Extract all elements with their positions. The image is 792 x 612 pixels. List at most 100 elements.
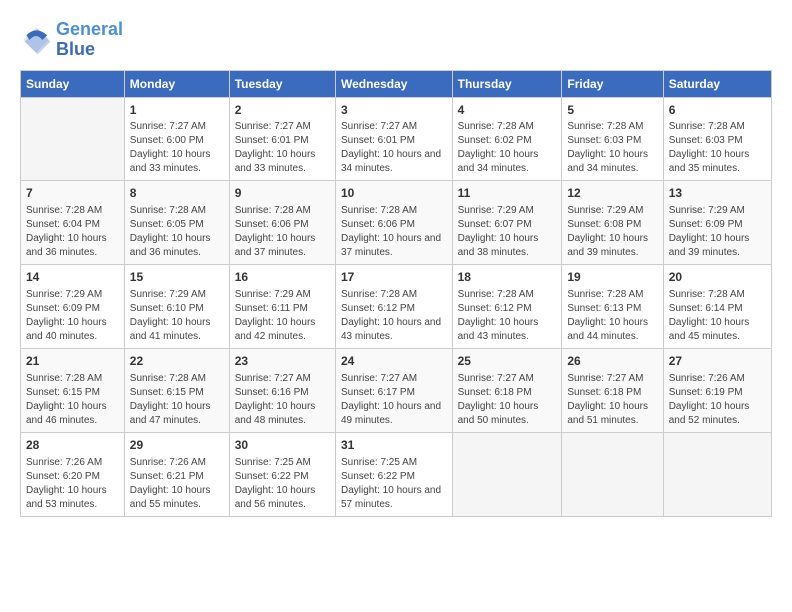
calendar-cell: 4Sunrise: 7:28 AM Sunset: 6:02 PM Daylig… <box>452 97 562 181</box>
day-number: 4 <box>458 102 557 119</box>
day-info: Sunrise: 7:27 AM Sunset: 6:16 PM Dayligh… <box>235 372 330 428</box>
logo: General Blue <box>20 20 123 60</box>
calendar-cell: 10 Sunrise: 7:28 AM Sunset: 6:06 PM Dayli… <box>335 181 452 265</box>
day-info: Sunrise: 7:28 AM Sunset: 6:15 PM Dayligh… <box>130 372 224 428</box>
day-info: Sunrise: 7:29 AM Sunset: 6:09 PM Dayligh… <box>26 288 119 344</box>
calendar-cell: 23Sunrise: 7:27 AM Sunset: 6:16 PM Dayli… <box>229 348 335 432</box>
calendar-cell: 22 Sunrise: 7:28 AM Sunset: 6:15 PM Dayli… <box>124 348 229 432</box>
calendar-cell: 2Sunrise: 7:27 AM Sunset: 6:01 PM Daylig… <box>229 97 335 181</box>
calendar-cell: 15 Sunrise: 7:29 AM Sunset: 6:10 PM Dayli… <box>124 265 229 349</box>
day-info: Sunrise: 7:29 AM Sunset: 6:07 PM Dayligh… <box>458 204 557 260</box>
day-number: 18 <box>458 269 557 286</box>
calendar-cell: 18 Sunrise: 7:28 AM Sunset: 6:12 PM Dayli… <box>452 265 562 349</box>
weekday-header-sunday: Sunday <box>21 70 125 97</box>
calendar-cell: 8 Sunrise: 7:28 AM Sunset: 6:05 PM Daylig… <box>124 181 229 265</box>
day-info: Sunrise: 7:28 AM Sunset: 6:03 PM Dayligh… <box>567 120 657 176</box>
day-number: 20 <box>669 269 766 286</box>
calendar-cell <box>21 97 125 181</box>
calendar-cell: 19Sunrise: 7:28 AM Sunset: 6:13 PM Dayli… <box>562 265 663 349</box>
day-number: 24 <box>341 353 447 370</box>
day-number: 10 <box>341 185 447 202</box>
day-info: Sunrise: 7:28 AM Sunset: 6:06 PM Dayligh… <box>341 204 447 260</box>
day-info: Sunrise: 7:25 AM Sunset: 6:22 PM Dayligh… <box>341 456 447 512</box>
day-info: Sunrise: 7:29 AM Sunset: 6:10 PM Dayligh… <box>130 288 224 344</box>
calendar-cell: 28 Sunrise: 7:26 AM Sunset: 6:20 PM Dayli… <box>21 432 125 516</box>
weekday-header-friday: Friday <box>562 70 663 97</box>
day-info: Sunrise: 7:28 AM Sunset: 6:12 PM Dayligh… <box>458 288 557 344</box>
day-info: Sunrise: 7:26 AM Sunset: 6:21 PM Dayligh… <box>130 456 224 512</box>
day-number: 27 <box>669 353 766 370</box>
week-row-1: 1Sunrise: 7:27 AM Sunset: 6:00 PM Daylig… <box>21 97 772 181</box>
day-number: 8 <box>130 185 224 202</box>
calendar-cell: 27Sunrise: 7:26 AM Sunset: 6:19 PM Dayli… <box>663 348 771 432</box>
day-info: Sunrise: 7:29 AM Sunset: 6:11 PM Dayligh… <box>235 288 330 344</box>
day-number: 21 <box>26 353 119 370</box>
weekday-header-thursday: Thursday <box>452 70 562 97</box>
day-number: 5 <box>567 102 657 119</box>
week-row-4: 21 Sunrise: 7:28 AM Sunset: 6:15 PM Dayli… <box>21 348 772 432</box>
calendar-cell: 11 Sunrise: 7:29 AM Sunset: 6:07 PM Dayli… <box>452 181 562 265</box>
calendar-cell <box>452 432 562 516</box>
day-info: Sunrise: 7:28 AM Sunset: 6:03 PM Dayligh… <box>669 120 766 176</box>
calendar-cell: 12 Sunrise: 7:29 AM Sunset: 6:08 PM Dayli… <box>562 181 663 265</box>
day-number: 30 <box>235 437 330 454</box>
calendar-cell <box>663 432 771 516</box>
day-number: 11 <box>458 185 557 202</box>
day-number: 31 <box>341 437 447 454</box>
day-info: Sunrise: 7:28 AM Sunset: 6:05 PM Dayligh… <box>130 204 224 260</box>
week-row-2: 7 Sunrise: 7:28 AM Sunset: 6:04 PM Daylig… <box>21 181 772 265</box>
day-number: 2 <box>235 102 330 119</box>
day-number: 17 <box>341 269 447 286</box>
day-info: Sunrise: 7:29 AM Sunset: 6:08 PM Dayligh… <box>567 204 657 260</box>
calendar-cell: 1Sunrise: 7:27 AM Sunset: 6:00 PM Daylig… <box>124 97 229 181</box>
day-info: Sunrise: 7:26 AM Sunset: 6:20 PM Dayligh… <box>26 456 119 512</box>
day-number: 9 <box>235 185 330 202</box>
day-number: 12 <box>567 185 657 202</box>
calendar-cell: 30 Sunrise: 7:25 AM Sunset: 6:22 PM Dayli… <box>229 432 335 516</box>
day-number: 1 <box>130 102 224 119</box>
day-info: Sunrise: 7:27 AM Sunset: 6:17 PM Dayligh… <box>341 372 447 428</box>
day-number: 29 <box>130 437 224 454</box>
day-info: Sunrise: 7:28 AM Sunset: 6:02 PM Dayligh… <box>458 120 557 176</box>
calendar-cell: 16Sunrise: 7:29 AM Sunset: 6:11 PM Dayli… <box>229 265 335 349</box>
day-number: 13 <box>669 185 766 202</box>
calendar-cell: 9Sunrise: 7:28 AM Sunset: 6:06 PM Daylig… <box>229 181 335 265</box>
calendar-cell: 14 Sunrise: 7:29 AM Sunset: 6:09 PM Dayli… <box>21 265 125 349</box>
day-info: Sunrise: 7:27 AM Sunset: 6:18 PM Dayligh… <box>458 372 557 428</box>
day-number: 28 <box>26 437 119 454</box>
day-number: 15 <box>130 269 224 286</box>
day-number: 22 <box>130 353 224 370</box>
calendar-cell: 5Sunrise: 7:28 AM Sunset: 6:03 PM Daylig… <box>562 97 663 181</box>
day-info: Sunrise: 7:25 AM Sunset: 6:22 PM Dayligh… <box>235 456 330 512</box>
week-row-3: 14 Sunrise: 7:29 AM Sunset: 6:09 PM Dayli… <box>21 265 772 349</box>
calendar-cell: 6Sunrise: 7:28 AM Sunset: 6:03 PM Daylig… <box>663 97 771 181</box>
day-info: Sunrise: 7:28 AM Sunset: 6:04 PM Dayligh… <box>26 204 119 260</box>
day-number: 25 <box>458 353 557 370</box>
day-info: Sunrise: 7:27 AM Sunset: 6:01 PM Dayligh… <box>235 120 330 176</box>
weekday-header-tuesday: Tuesday <box>229 70 335 97</box>
weekday-header-monday: Monday <box>124 70 229 97</box>
weekday-header-saturday: Saturday <box>663 70 771 97</box>
weekday-header-row: SundayMondayTuesdayWednesdayThursdayFrid… <box>21 70 772 97</box>
day-number: 14 <box>26 269 119 286</box>
calendar-cell: 20Sunrise: 7:28 AM Sunset: 6:14 PM Dayli… <box>663 265 771 349</box>
day-info: Sunrise: 7:27 AM Sunset: 6:18 PM Dayligh… <box>567 372 657 428</box>
calendar-cell: 26Sunrise: 7:27 AM Sunset: 6:18 PM Dayli… <box>562 348 663 432</box>
day-info: Sunrise: 7:28 AM Sunset: 6:13 PM Dayligh… <box>567 288 657 344</box>
calendar-table: SundayMondayTuesdayWednesdayThursdayFrid… <box>20 70 772 517</box>
calendar-cell <box>562 432 663 516</box>
calendar-cell: 29 Sunrise: 7:26 AM Sunset: 6:21 PM Dayli… <box>124 432 229 516</box>
calendar-cell: 25 Sunrise: 7:27 AM Sunset: 6:18 PM Dayli… <box>452 348 562 432</box>
week-row-5: 28 Sunrise: 7:26 AM Sunset: 6:20 PM Dayli… <box>21 432 772 516</box>
day-info: Sunrise: 7:27 AM Sunset: 6:00 PM Dayligh… <box>130 120 224 176</box>
logo-icon <box>20 24 52 56</box>
day-info: Sunrise: 7:27 AM Sunset: 6:01 PM Dayligh… <box>341 120 447 176</box>
day-number: 7 <box>26 185 119 202</box>
calendar-cell: 13Sunrise: 7:29 AM Sunset: 6:09 PM Dayli… <box>663 181 771 265</box>
calendar-cell: 24 Sunrise: 7:27 AM Sunset: 6:17 PM Dayli… <box>335 348 452 432</box>
page-header: General Blue <box>20 20 772 60</box>
logo-text: General Blue <box>56 20 123 60</box>
day-info: Sunrise: 7:28 AM Sunset: 6:12 PM Dayligh… <box>341 288 447 344</box>
calendar-cell: 3Sunrise: 7:27 AM Sunset: 6:01 PM Daylig… <box>335 97 452 181</box>
weekday-header-wednesday: Wednesday <box>335 70 452 97</box>
